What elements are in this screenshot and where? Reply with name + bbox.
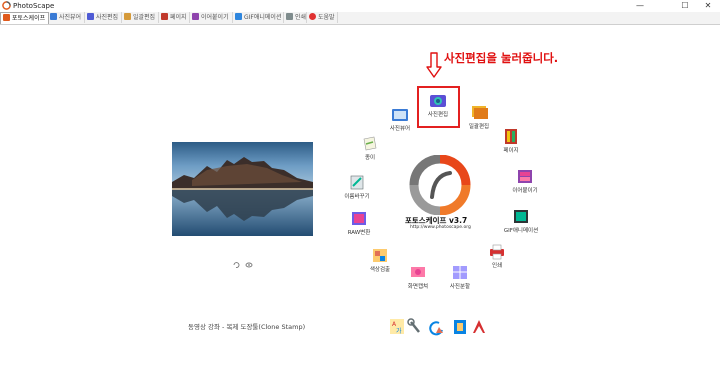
launcher-label: 사진뷰어: [389, 126, 411, 132]
launcher-label: 페이지: [503, 148, 519, 154]
tab-viewer[interactable]: 사진뷰어: [48, 12, 85, 23]
tab-label: 일괄편집: [133, 14, 156, 21]
minimize-button[interactable]: —: [630, 0, 650, 12]
rename-icon: [350, 175, 364, 190]
launcher-raw-converter[interactable]: RAW변환: [339, 210, 379, 236]
tab-gif[interactable]: GIF애니메이션: [233, 12, 284, 23]
launcher-splitter[interactable]: 사진분할: [440, 264, 480, 290]
print-icon: [490, 244, 504, 260]
splitter-icon: [453, 266, 467, 279]
raw-converter-icon: [352, 212, 366, 225]
annotation-text: 사진편집을 눌러줍니다.: [444, 51, 559, 65]
tab-label: 사진뷰어: [59, 14, 82, 21]
tools-icon[interactable]: [407, 318, 420, 333]
home-icon: [3, 14, 10, 21]
tab-home[interactable]: 포토스케이프: [0, 12, 49, 24]
font-icon[interactable]: A가: [390, 319, 404, 335]
photo-editor-highlight: [417, 86, 460, 128]
editor-icon: [87, 13, 94, 20]
launcher-screen-capture[interactable]: 화면캡쳐: [398, 264, 438, 290]
photoscape-center-logo: [409, 155, 471, 215]
down-arrow-icon: [426, 52, 442, 78]
tab-help[interactable]: 도움말: [307, 12, 338, 23]
page-icon: [161, 13, 168, 20]
screen-capture-icon: [411, 267, 425, 277]
launcher-label: 색상검출: [369, 267, 391, 273]
tab-batch[interactable]: 일괄편집: [122, 12, 159, 23]
photoscape-logo-icon: [2, 1, 11, 10]
launcher-page[interactable]: 페이지: [491, 128, 531, 154]
print-icon: [286, 13, 293, 20]
tab-label: 인쇄: [295, 14, 307, 21]
bottom-toolbar: A가: [390, 318, 485, 336]
launcher-label: 이름바꾸기: [344, 194, 370, 200]
tab-print[interactable]: 인쇄: [284, 12, 307, 23]
refresh-icon[interactable]: [429, 321, 443, 336]
close-button[interactable]: ✕: [698, 0, 718, 12]
help-icon: [309, 13, 316, 20]
combine-icon: [518, 170, 532, 183]
tab-label: 사진편집: [96, 14, 119, 21]
launcher-viewer[interactable]: 사진뷰어: [380, 106, 420, 132]
paper-print-icon: [363, 136, 377, 151]
tab-editor[interactable]: 사진편집: [85, 12, 122, 23]
launcher-label: GIF애니메이션: [503, 228, 539, 234]
tab-label: 페이지: [170, 14, 187, 21]
title-bar: PhotoScape — ☐ ✕: [0, 0, 720, 12]
tab-label: GIF애니메이션: [244, 14, 282, 21]
tab-page[interactable]: 페이지: [159, 12, 190, 23]
launcher-gif-animation[interactable]: GIF애니메이션: [501, 208, 541, 234]
maximize-button[interactable]: ☐: [675, 0, 695, 12]
launcher-print[interactable]: 인쇄: [477, 243, 517, 269]
batch-editor-icon: [472, 106, 488, 119]
launcher-batch-editor[interactable]: 일괄편집: [459, 104, 499, 130]
viewer-icon: [50, 13, 57, 20]
launcher-combine[interactable]: 이어붙이기: [505, 168, 545, 194]
color-picker-icon: [373, 249, 387, 262]
tab-bar: 포토스케이프 사진뷰어 사진편집 일괄편집 페이지 이어붙이기 GIF애니메이션…: [0, 12, 720, 25]
launcher-paper[interactable]: 종이: [350, 135, 390, 161]
tab-label: 이어붙이기: [201, 14, 229, 21]
launcher-label: 종이: [364, 155, 376, 161]
combine-icon: [192, 13, 199, 20]
tab-label: 도움말: [318, 14, 335, 21]
tutorial-link[interactable]: 동영상 강좌 - 복제 도장툴(Clone Stamp): [188, 321, 305, 331]
website-url[interactable]: http://www.photoscape.org: [410, 225, 471, 230]
preview-photo[interactable]: [172, 142, 313, 236]
window-title: PhotoScape: [13, 2, 55, 10]
rotate-icon[interactable]: [233, 262, 240, 268]
launcher-label: 화면캡쳐: [407, 284, 429, 290]
launcher-label: 이어붙이기: [512, 188, 538, 194]
launcher-color-picker[interactable]: 색상검출: [360, 247, 400, 273]
batch-icon: [124, 13, 131, 20]
svg-text:가: 가: [396, 327, 402, 335]
gif-animation-icon: [514, 210, 528, 223]
launcher-label: 인쇄: [491, 263, 503, 269]
launcher-label: RAW변환: [347, 230, 371, 236]
page-icon: [505, 129, 517, 144]
tab-combine[interactable]: 이어붙이기: [190, 12, 233, 23]
view-icon[interactable]: [245, 262, 253, 268]
settings-icon[interactable]: [454, 320, 466, 334]
launcher-label: 사진분할: [449, 284, 471, 290]
tab-label: 포토스케이프: [12, 15, 46, 22]
photo-navigation: [233, 262, 253, 268]
launcher-rename[interactable]: 이름바꾸기: [337, 174, 377, 200]
viewer-icon: [392, 109, 408, 121]
gif-icon: [235, 13, 242, 20]
adobe-icon[interactable]: [473, 320, 485, 333]
